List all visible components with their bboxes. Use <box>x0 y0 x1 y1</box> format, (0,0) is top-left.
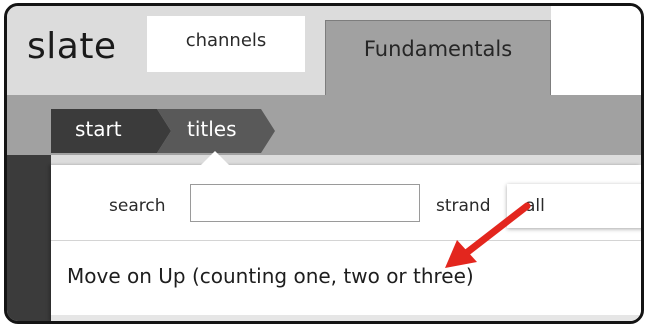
breadcrumb-start-label: start <box>75 117 122 141</box>
result-item-title: Move on Up (counting one, two or three) <box>67 264 474 288</box>
list-bottom-divider <box>51 315 641 321</box>
search-label: search <box>109 196 166 216</box>
left-strip <box>7 155 51 321</box>
breadcrumb-start[interactable]: start <box>51 109 171 153</box>
result-item[interactable]: Move on Up (counting one, two or three) <box>67 264 474 288</box>
tab-fundamentals[interactable]: Fundamentals <box>325 20 551 96</box>
breadcrumb-titles[interactable]: titles <box>157 109 275 153</box>
tab-fundamentals-label: Fundamentals <box>363 37 513 61</box>
panel-divider <box>51 240 641 241</box>
breadcrumb-pointer <box>201 151 229 165</box>
breadcrumb-titles-label: titles <box>187 117 237 141</box>
search-input[interactable] <box>190 184 420 222</box>
tab-channels[interactable]: channels <box>147 16 305 72</box>
tab-channels-label: channels <box>185 30 267 51</box>
app-logo[interactable]: slate <box>27 26 117 67</box>
top-bar-fill <box>551 6 641 96</box>
app-window: slate channels Fundamentals start titles… <box>4 3 644 324</box>
red-arrow-icon <box>445 202 531 268</box>
